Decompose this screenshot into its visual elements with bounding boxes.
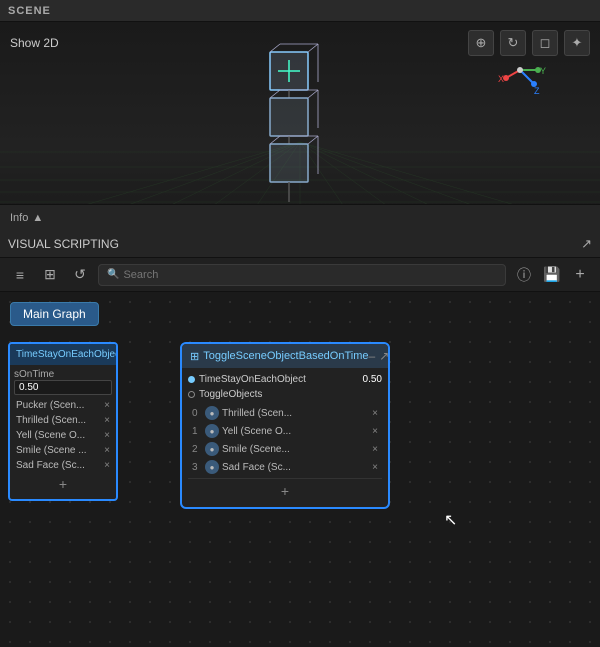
viewport: Y Z X 📷 Show 2D ⊕ ↻ ◻ [0,22,600,230]
list-item-name: Pucker (Scen... [16,400,104,411]
rotate-tool-button[interactable]: ↻ [500,30,526,56]
toggle-item-num-2: 2 [192,444,202,455]
toggle-item-name-1: Yell (Scene O... [222,426,369,437]
toggle-item-name-0: Thrilled (Scen... [222,408,369,419]
node-input-dot-2 [188,391,195,398]
main-node-grid-icon: ⊞ [190,350,199,363]
toggle-item-num-1: 1 [192,426,202,437]
show-2d-button[interactable]: Show 2D [10,36,59,50]
left-node-add-button[interactable]: + [14,473,112,495]
toggle-item-icon-3: ● [205,460,219,474]
vs-refresh-button[interactable]: ↺ [68,263,92,287]
info-caret-icon: ▲ [32,212,43,224]
vs-expand-icon[interactable]: ↗ [581,236,592,252]
toggle-item-num-3: 3 [192,462,202,473]
vs-header: VISUAL SCRIPTING ↗ [0,230,600,258]
vs-add-button[interactable]: + [568,263,592,287]
svg-text:Z: Z [534,86,540,96]
vs-info-button[interactable]: ⓘ [512,263,536,287]
toggle-item-remove-1[interactable]: × [372,426,378,437]
info-bar[interactable]: Info ▲ [0,204,600,230]
scale-tool-button[interactable]: ◻ [532,30,558,56]
main-node-minimize-icon[interactable]: – [369,349,376,363]
info-label: Info [10,212,28,224]
vs-grid-button[interactable]: ⊞ [38,263,62,287]
toggle-item-num-0: 0 [192,408,202,419]
node-row-value-1: 0.50 [363,374,382,385]
search-input[interactable] [123,269,497,281]
toggle-item-2: 2 ● Smile (Scene... × [188,440,382,458]
vs-header-left: VISUAL SCRIPTING [8,237,119,251]
toggle-item-remove-2[interactable]: × [372,444,378,455]
toggle-item-remove-3[interactable]: × [372,462,378,473]
left-node-title: TimeStayOnEachObject [16,349,118,360]
vs-toolbar-right: ⓘ 💾 + [512,263,592,287]
svg-text:X: X [498,74,504,84]
vs-search-box[interactable]: 🔍 [98,264,506,286]
list-item: Sad Face (Sc... × [14,458,112,473]
list-item-remove-3[interactable]: × [104,445,110,456]
list-item: Thrilled (Scen... × [14,413,112,428]
scene-header: SCENE [0,0,600,22]
search-icon: 🔍 [107,269,119,280]
left-node-field-value[interactable]: 0.50 [14,380,112,395]
main-node-add-button[interactable]: + [188,478,382,503]
list-item-name: Sad Face (Sc... [16,460,104,471]
left-node-panel: TimeStayOnEachObject ↗ sOnTime 0.50 Puck… [8,342,118,501]
list-item: Smile (Scene ... × [14,443,112,458]
list-item: Yell (Scene O... × [14,428,112,443]
node-row-label-1: TimeStayOnEachObject [199,374,359,385]
vs-title: VISUAL SCRIPTING [8,237,119,251]
toggle-item-3: 3 ● Sad Face (Sc... × [188,458,382,476]
left-node-field: sOnTime 0.50 [14,369,112,395]
vs-menu-button[interactable]: ≡ [8,263,32,287]
left-node-field-label: sOnTime [14,369,112,380]
vs-panel: VISUAL SCRIPTING ↗ ≡ ⊞ ↺ 🔍 ⓘ 💾 + Main Gr… [0,230,600,647]
list-item-remove-4[interactable]: × [104,460,110,471]
toolbar-row: Show 2D ⊕ ↻ ◻ ✦ [10,30,590,56]
node-row-label-2: ToggleObjects [199,389,382,400]
vs-toolbar: ≡ ⊞ ↺ 🔍 ⓘ 💾 + [0,258,600,292]
toggle-item-remove-0[interactable]: × [372,408,378,419]
toggle-item-name-2: Smile (Scene... [222,444,369,455]
left-node-header: TimeStayOnEachObject ↗ [10,344,116,365]
main-node-title: ⊞ ToggleSceneObjectBasedOnTime [190,350,369,363]
list-item-name: Thrilled (Scen... [16,415,104,426]
vs-content: Main Graph TimeStayOnEachObject ↗ sOnTim… [0,292,600,647]
vs-save-button[interactable]: 💾 [540,263,564,287]
main-graph-button[interactable]: Main Graph [10,302,99,326]
toggle-item-1: 1 ● Yell (Scene O... × [188,422,382,440]
list-item-remove-0[interactable]: × [104,400,110,411]
left-node-body: sOnTime 0.50 Pucker (Scen... × Thrilled … [10,365,116,499]
list-item-name: Yell (Scene O... [16,430,104,441]
main-node-expand-icon[interactable]: ↗ [379,349,389,363]
main-node-header: ⊞ ToggleSceneObjectBasedOnTime – ↗ [182,344,388,368]
main-node-row-2: ToggleObjects [188,387,382,402]
main-node-panel: ⊞ ToggleSceneObjectBasedOnTime – ↗ TimeS… [180,342,390,509]
cursor-indicator: ↖ [444,510,460,530]
transform-tool-button[interactable]: ✦ [564,30,590,56]
toggle-item-icon-2: ● [205,442,219,456]
node-input-dot [188,376,195,383]
toggle-item-icon-0: ● [205,406,219,420]
toolbar-icons: ⊕ ↻ ◻ ✦ [468,30,590,56]
scene-title: SCENE [8,5,51,17]
list-item-remove-2[interactable]: × [104,430,110,441]
toggle-item-0: 0 ● Thrilled (Scen... × [188,404,382,422]
svg-text:Y: Y [540,66,546,76]
list-item-remove-1[interactable]: × [104,415,110,426]
toggle-objects-section: 0 ● Thrilled (Scen... × 1 ● Yell (Scene … [188,404,382,476]
main-node-row-1: TimeStayOnEachObject 0.50 [188,372,382,387]
list-item-name: Smile (Scene ... [16,445,104,456]
scene-panel: SCENE [0,0,600,230]
toggle-item-icon-1: ● [205,424,219,438]
main-node-body: TimeStayOnEachObject 0.50 ToggleObjects … [182,368,388,507]
move-tool-button[interactable]: ⊕ [468,30,494,56]
main-node-icons: – ↗ [369,349,390,363]
toggle-item-name-3: Sad Face (Sc... [222,462,369,473]
list-item: Pucker (Scen... × [14,398,112,413]
